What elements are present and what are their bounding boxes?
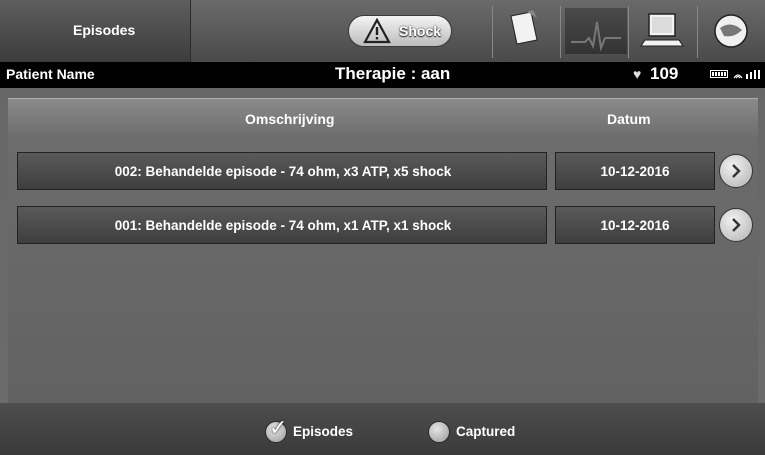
- checkmark-icon: ✓: [269, 415, 288, 440]
- column-header-date: Datum: [607, 111, 651, 127]
- episode-date: 10-12-2016: [600, 164, 670, 179]
- patient-name-label: Patient Name: [6, 66, 95, 82]
- programmer-icon: [640, 13, 684, 47]
- signal-icon: [733, 70, 760, 79]
- radio-captured[interactable]: [428, 421, 450, 443]
- open-episode-button[interactable]: [719, 208, 753, 242]
- toolbar-divider: [560, 6, 561, 58]
- battery-icon: [710, 70, 728, 78]
- chevron-right-icon: [732, 218, 741, 232]
- episode-description-cell[interactable]: 001: Behandelde episode - 74 ohm, x1 ATP…: [17, 206, 547, 244]
- status-bar: Patient Name Therapie : aan ♥ 109: [0, 62, 765, 88]
- filter-bar: ✓ Episodes Captured: [0, 403, 765, 455]
- table-row[interactable]: 001: Behandelde episode - 74 ohm, x1 ATP…: [17, 206, 760, 246]
- settings-button[interactable]: [700, 8, 762, 54]
- heart-icon: ♥: [633, 66, 642, 82]
- therapy-status: Therapie : aan: [335, 64, 451, 83]
- screen: Episodes Shock Patient Name Therapie: a…: [0, 0, 765, 455]
- warning-icon: [363, 18, 391, 44]
- top-toolbar: Episodes Shock: [0, 0, 765, 62]
- shock-button-label: Shock: [399, 23, 442, 39]
- toolbar-divider: [697, 6, 698, 58]
- chevron-right-icon: [732, 164, 741, 178]
- episode-date: 10-12-2016: [600, 218, 670, 233]
- filter-episodes-label: Episodes: [293, 424, 354, 439]
- heart-rate: 109: [650, 64, 679, 83]
- tab-episodes-label: Episodes: [73, 22, 136, 38]
- episode-date-cell[interactable]: 10-12-2016: [555, 206, 715, 244]
- filter-captured-label: Captured: [456, 424, 516, 439]
- toolbar-divider: [492, 6, 493, 58]
- programmer-button[interactable]: [633, 8, 695, 54]
- episode-description: 002: Behandelde episode - 74 ohm, x3 ATP…: [114, 164, 452, 179]
- ecg-icon: [571, 21, 621, 52]
- shock-button[interactable]: Shock: [348, 15, 452, 47]
- settings-icon: [714, 14, 748, 48]
- episode-description: 001: Behandelde episode - 74 ohm, x1 ATP…: [114, 218, 452, 233]
- reports-icon: [510, 10, 538, 45]
- table-header: Omschrijving Datum: [8, 98, 758, 139]
- column-header-description: Omschrijving: [245, 111, 335, 127]
- episode-description-cell[interactable]: 002: Behandelde episode - 74 ohm, x3 ATP…: [17, 152, 547, 190]
- episode-date-cell[interactable]: 10-12-2016: [555, 152, 715, 190]
- open-episode-button[interactable]: [719, 154, 753, 188]
- tab-episodes[interactable]: Episodes: [0, 0, 191, 62]
- toolbar-divider: [628, 6, 629, 58]
- reports-button[interactable]: [497, 8, 559, 54]
- ecg-button[interactable]: [565, 8, 627, 54]
- table-row[interactable]: 002: Behandelde episode - 74 ohm, x3 ATP…: [17, 152, 760, 192]
